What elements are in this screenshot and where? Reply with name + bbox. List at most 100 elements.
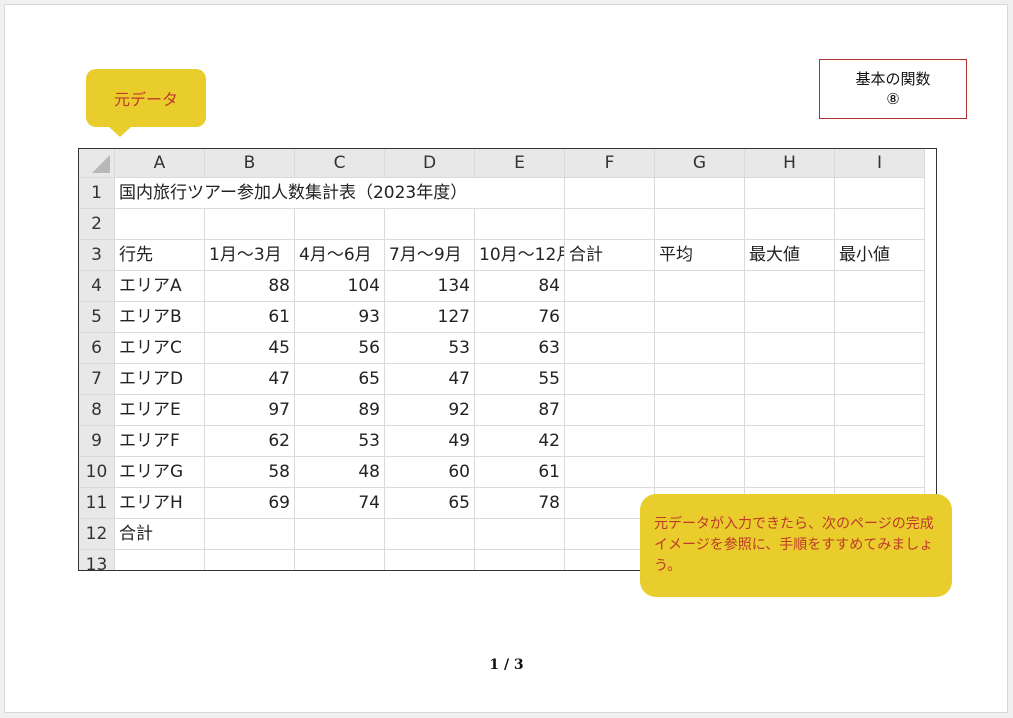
cell-a8[interactable]: エリアE bbox=[115, 395, 205, 426]
cell-i2[interactable] bbox=[835, 209, 925, 240]
cell-a6[interactable]: エリアC bbox=[115, 333, 205, 364]
cell-e6[interactable]: 63 bbox=[475, 333, 565, 364]
cell-f8[interactable] bbox=[565, 395, 655, 426]
cell-c4[interactable]: 104 bbox=[295, 271, 385, 302]
cell-a5[interactable]: エリアB bbox=[115, 302, 205, 333]
cell-b11[interactable]: 69 bbox=[205, 488, 295, 519]
cell-e4[interactable]: 84 bbox=[475, 271, 565, 302]
select-all-corner[interactable] bbox=[79, 149, 115, 178]
cell-c11[interactable]: 74 bbox=[295, 488, 385, 519]
cell-i5[interactable] bbox=[835, 302, 925, 333]
cell-h7[interactable] bbox=[745, 364, 835, 395]
cell-a2[interactable] bbox=[115, 209, 205, 240]
cell-g3[interactable]: 平均 bbox=[655, 240, 745, 271]
column-header-i[interactable]: I bbox=[835, 149, 925, 178]
row-header[interactable]: 12 bbox=[79, 519, 115, 550]
cell-d9[interactable]: 49 bbox=[385, 426, 475, 457]
cell-d11[interactable]: 65 bbox=[385, 488, 475, 519]
row-header[interactable]: 10 bbox=[79, 457, 115, 488]
cell-g10[interactable] bbox=[655, 457, 745, 488]
row-header[interactable]: 9 bbox=[79, 426, 115, 457]
row-header[interactable]: 3 bbox=[79, 240, 115, 271]
column-header-b[interactable]: B bbox=[205, 149, 295, 178]
cell-c5[interactable]: 93 bbox=[295, 302, 385, 333]
cell-b3[interactable]: 1月～3月 bbox=[205, 240, 295, 271]
cell-a7[interactable]: エリアD bbox=[115, 364, 205, 395]
cell-c13[interactable] bbox=[295, 550, 385, 570]
cell-a3[interactable]: 行先 bbox=[115, 240, 205, 271]
cell-a13[interactable] bbox=[115, 550, 205, 570]
column-header-g[interactable]: G bbox=[655, 149, 745, 178]
cell-i7[interactable] bbox=[835, 364, 925, 395]
cell-e12[interactable] bbox=[475, 519, 565, 550]
cell-d8[interactable]: 92 bbox=[385, 395, 475, 426]
cell-a9[interactable]: エリアF bbox=[115, 426, 205, 457]
column-header-h[interactable]: H bbox=[745, 149, 835, 178]
cell-b4[interactable]: 88 bbox=[205, 271, 295, 302]
cell-b5[interactable]: 61 bbox=[205, 302, 295, 333]
cell-d5[interactable]: 127 bbox=[385, 302, 475, 333]
cell-f2[interactable] bbox=[565, 209, 655, 240]
cell-b13[interactable] bbox=[205, 550, 295, 570]
row-header[interactable]: 11 bbox=[79, 488, 115, 519]
cell-c10[interactable]: 48 bbox=[295, 457, 385, 488]
row-header[interactable]: 4 bbox=[79, 271, 115, 302]
column-header-f[interactable]: F bbox=[565, 149, 655, 178]
cell-e2[interactable] bbox=[475, 209, 565, 240]
cell-h4[interactable] bbox=[745, 271, 835, 302]
row-header[interactable]: 13 bbox=[79, 550, 115, 570]
cell-b8[interactable]: 97 bbox=[205, 395, 295, 426]
cell-a4[interactable]: エリアA bbox=[115, 271, 205, 302]
cell-h2[interactable] bbox=[745, 209, 835, 240]
cell-i6[interactable] bbox=[835, 333, 925, 364]
cell-g2[interactable] bbox=[655, 209, 745, 240]
cell-e9[interactable]: 42 bbox=[475, 426, 565, 457]
cell-f4[interactable] bbox=[565, 271, 655, 302]
cell-e7[interactable]: 55 bbox=[475, 364, 565, 395]
cell-c6[interactable]: 56 bbox=[295, 333, 385, 364]
cell-e11[interactable]: 78 bbox=[475, 488, 565, 519]
row-header[interactable]: 1 bbox=[79, 178, 115, 209]
cell-f5[interactable] bbox=[565, 302, 655, 333]
cell-d6[interactable]: 53 bbox=[385, 333, 475, 364]
row-header[interactable]: 8 bbox=[79, 395, 115, 426]
column-header-d[interactable]: D bbox=[385, 149, 475, 178]
cell-f10[interactable] bbox=[565, 457, 655, 488]
cell-d4[interactable]: 134 bbox=[385, 271, 475, 302]
cell-h5[interactable] bbox=[745, 302, 835, 333]
cell-e13[interactable] bbox=[475, 550, 565, 570]
cell-c9[interactable]: 53 bbox=[295, 426, 385, 457]
cell-i4[interactable] bbox=[835, 271, 925, 302]
cell-d13[interactable] bbox=[385, 550, 475, 570]
cell-a1[interactable]: 国内旅行ツアー参加人数集計表（2023年度） bbox=[115, 178, 467, 209]
cell-c12[interactable] bbox=[295, 519, 385, 550]
cell-d7[interactable]: 47 bbox=[385, 364, 475, 395]
cell-c8[interactable]: 89 bbox=[295, 395, 385, 426]
cell-h10[interactable] bbox=[745, 457, 835, 488]
cell-g6[interactable] bbox=[655, 333, 745, 364]
cell-a11[interactable]: エリアH bbox=[115, 488, 205, 519]
cell-e8[interactable]: 87 bbox=[475, 395, 565, 426]
cell-a10[interactable]: エリアG bbox=[115, 457, 205, 488]
row-header[interactable]: 2 bbox=[79, 209, 115, 240]
cell-f9[interactable] bbox=[565, 426, 655, 457]
cell-a12[interactable]: 合計 bbox=[115, 519, 205, 550]
cell-b2[interactable] bbox=[205, 209, 295, 240]
cell-b12[interactable] bbox=[205, 519, 295, 550]
cell-c2[interactable] bbox=[295, 209, 385, 240]
cell-g5[interactable] bbox=[655, 302, 745, 333]
cell-b9[interactable]: 62 bbox=[205, 426, 295, 457]
column-header-c[interactable]: C bbox=[295, 149, 385, 178]
column-header-e[interactable]: E bbox=[475, 149, 565, 178]
cell-e3[interactable]: 10月～12月 bbox=[475, 240, 565, 271]
cell-i9[interactable] bbox=[835, 426, 925, 457]
row-header[interactable]: 7 bbox=[79, 364, 115, 395]
cell-g8[interactable] bbox=[655, 395, 745, 426]
cell-d2[interactable] bbox=[385, 209, 475, 240]
cell-e1[interactable] bbox=[475, 178, 565, 209]
row-header[interactable]: 6 bbox=[79, 333, 115, 364]
cell-c7[interactable]: 65 bbox=[295, 364, 385, 395]
cell-i3[interactable]: 最小値 bbox=[835, 240, 925, 271]
cell-h1[interactable] bbox=[745, 178, 835, 209]
cell-h6[interactable] bbox=[745, 333, 835, 364]
